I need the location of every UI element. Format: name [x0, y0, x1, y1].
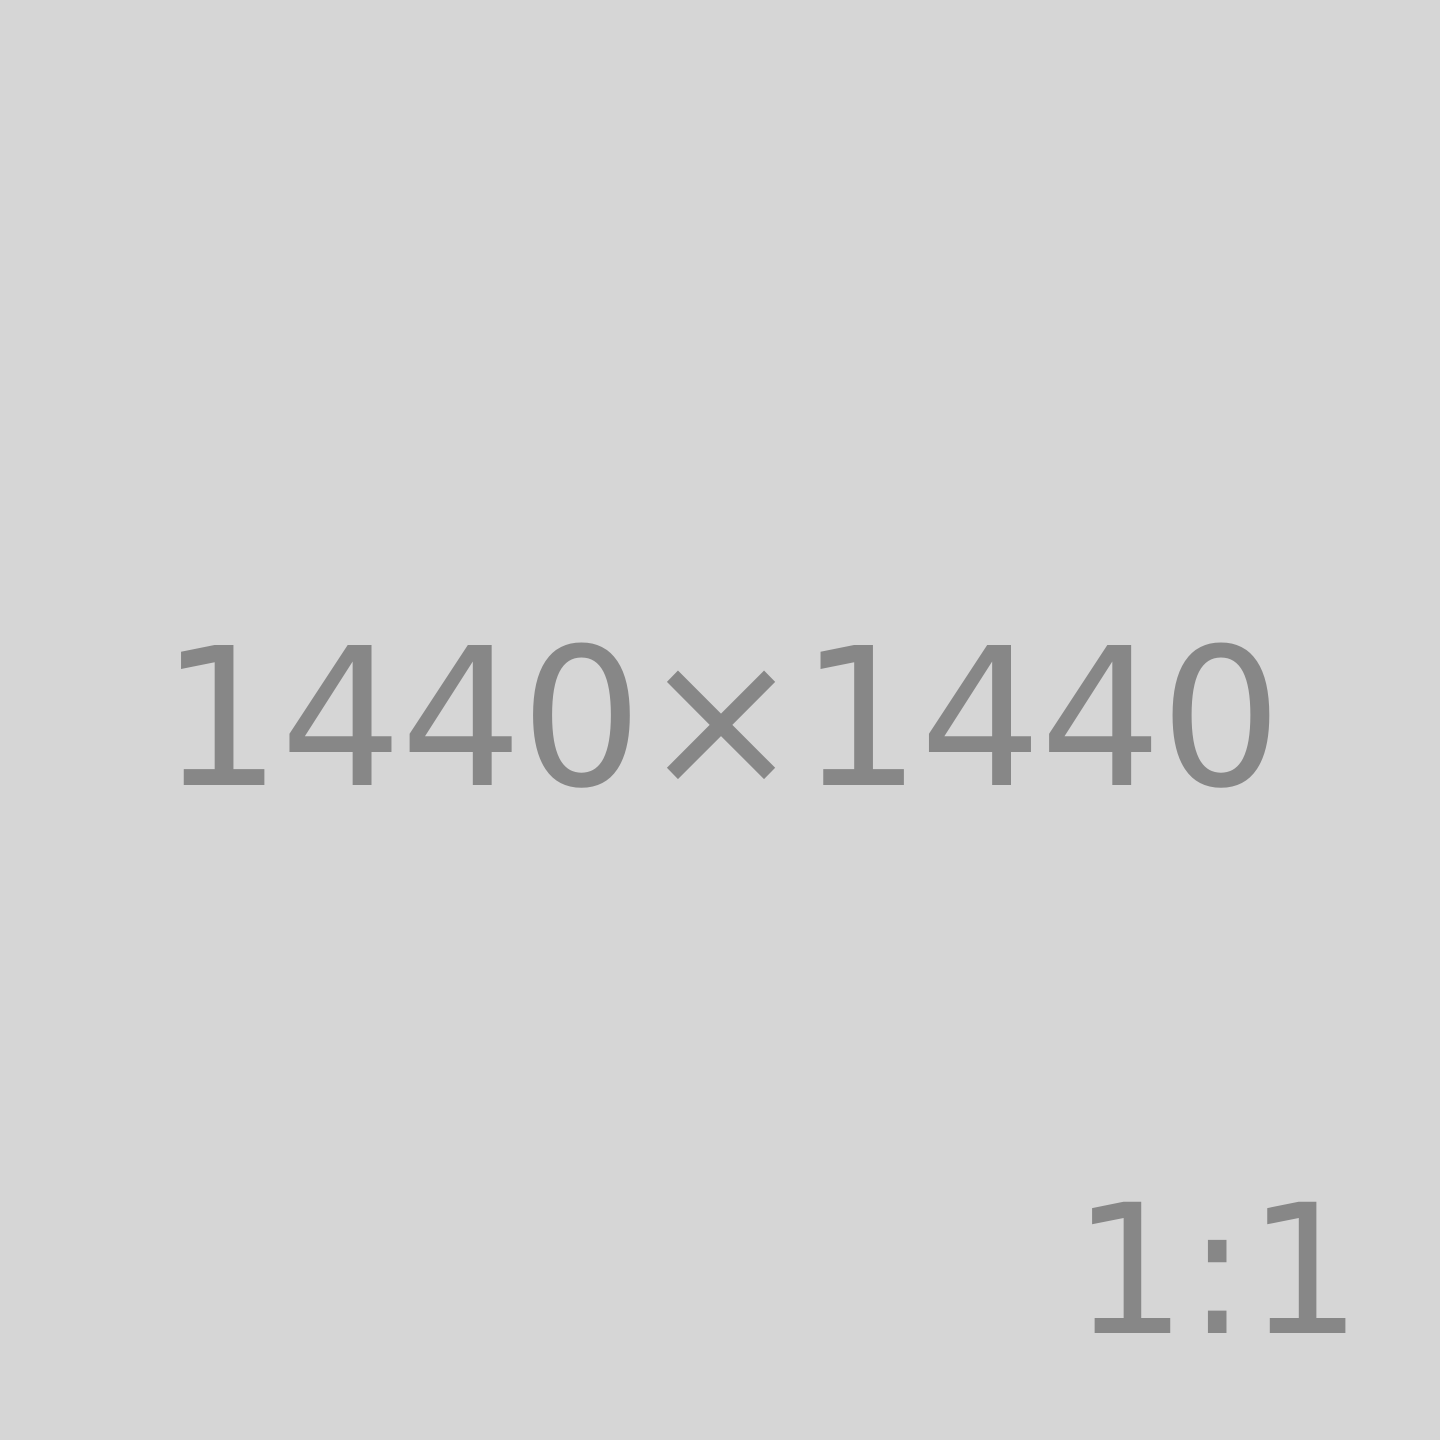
placeholder-image: 1440×1440 1:1: [0, 0, 1440, 1440]
aspect-ratio-label: 1:1: [1072, 1167, 1362, 1376]
